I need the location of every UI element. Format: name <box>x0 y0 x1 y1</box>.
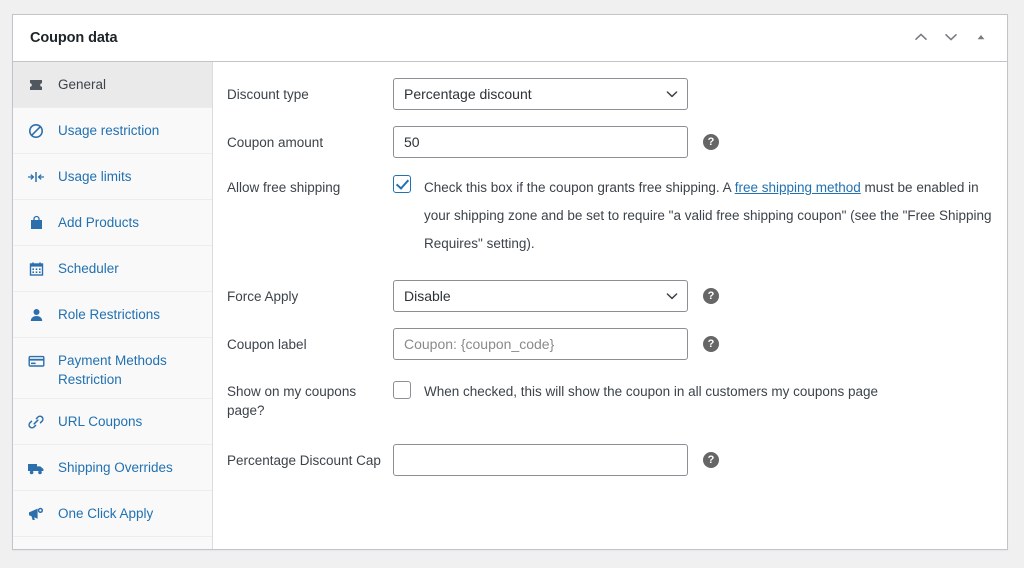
credit-card-icon <box>27 351 45 370</box>
field-percentage-discount-cap: Percentage Discount Cap ? <box>213 444 1007 476</box>
field-discount-type: Discount type Percentage discount <box>213 78 1007 110</box>
user-icon <box>27 305 45 324</box>
sidebar-item-label: Usage limits <box>58 169 132 184</box>
sidebar-item-usage-restriction[interactable]: Usage restriction <box>13 108 212 154</box>
field-coupon-label: Coupon label ? <box>213 328 1007 360</box>
help-icon[interactable]: ? <box>703 336 719 352</box>
truck-icon <box>27 458 45 477</box>
sidebar-item-scheduler[interactable]: Scheduler <box>13 246 212 292</box>
move-up-button[interactable] <box>907 24 935 52</box>
free-shipping-method-link[interactable]: free shipping method <box>735 180 861 195</box>
discount-type-select[interactable]: Percentage discount <box>393 78 688 110</box>
force-apply-select[interactable]: Disable <box>393 280 688 312</box>
move-down-button[interactable] <box>937 24 965 52</box>
sidebar-item-label: Shipping Overrides <box>58 460 173 475</box>
sidebar-item-label: URL Coupons <box>58 414 143 429</box>
sidebar-item-label: Add Products <box>58 215 140 230</box>
allow-free-shipping-checkbox[interactable] <box>393 175 411 193</box>
sidebar-item-usage-limits[interactable]: Usage limits <box>13 154 212 200</box>
field-show-on-my-coupons-page: Show on my coupons page? When checked, t… <box>213 380 1007 420</box>
percentage-discount-cap-input[interactable] <box>393 444 688 476</box>
show-on-my-coupons-page-checkbox[interactable] <box>393 381 411 399</box>
megaphone-icon <box>27 504 45 523</box>
sidebar-item-label: General <box>58 77 107 92</box>
sidebar-filler <box>13 537 212 549</box>
coupon-amount-input[interactable] <box>393 126 688 158</box>
force-apply-label: Force Apply <box>227 289 299 304</box>
sidebar-item-label: Payment Methods Restriction <box>58 353 167 387</box>
prohibited-icon <box>27 121 45 140</box>
field-allow-free-shipping: Allow free shipping Check this box if th… <box>213 174 1007 258</box>
help-icon[interactable]: ? <box>703 134 719 150</box>
page-title: Coupon data <box>30 30 118 46</box>
link-icon <box>27 412 45 431</box>
help-icon[interactable]: ? <box>703 452 719 468</box>
panel-header: Coupon data <box>13 15 1007 62</box>
chevron-up-icon <box>914 30 928 47</box>
sidebar-item-add-products[interactable]: Add Products <box>13 200 212 246</box>
sidebar-item-label: One Click Apply <box>58 506 154 521</box>
ticket-icon <box>27 75 45 94</box>
sidebar-item-url-coupons[interactable]: URL Coupons <box>13 399 212 445</box>
header-controls <box>907 24 995 52</box>
triangle-up-icon <box>975 31 987 46</box>
coupon-label-label: Coupon label <box>227 337 307 352</box>
help-icon[interactable]: ? <box>703 288 719 304</box>
sidebar-item-payment-methods-restriction[interactable]: Payment Methods Restriction <box>13 338 212 399</box>
coupon-amount-label: Coupon amount <box>227 135 324 150</box>
sidebar-item-shipping-overrides[interactable]: Shipping Overrides <box>13 445 212 491</box>
general-tab-panel: Discount type Percentage discount Coupon… <box>213 62 1007 549</box>
sidebar-item-general[interactable]: General <box>13 62 212 108</box>
coupon-data-panel: Coupon data General Usage restriction Us… <box>12 14 1008 550</box>
limits-icon <box>27 167 45 186</box>
desc-text-before: Check this box if the coupon grants free… <box>424 180 735 195</box>
sidebar-item-label: Scheduler <box>58 261 119 276</box>
show-on-my-coupons-page-label: Show on my coupons page? <box>227 384 357 418</box>
show-on-my-coupons-page-description: When checked, this will show the coupon … <box>424 384 878 399</box>
shopping-bag-icon <box>27 213 45 232</box>
panel-body: General Usage restriction Usage limits A… <box>13 62 1007 549</box>
sidebar-item-label: Role Restrictions <box>58 307 161 322</box>
sidebar-item-role-restrictions[interactable]: Role Restrictions <box>13 292 212 338</box>
calendar-icon <box>27 259 45 278</box>
sidebar-item-label: Usage restriction <box>58 123 160 138</box>
field-coupon-amount: Coupon amount ? <box>213 126 1007 158</box>
chevron-down-icon <box>944 30 958 47</box>
field-force-apply: Force Apply Disable ? <box>213 280 1007 312</box>
percentage-discount-cap-label: Percentage Discount Cap <box>227 453 381 468</box>
toggle-panel-button[interactable] <box>967 24 995 52</box>
allow-free-shipping-description: Check this box if the coupon grants free… <box>424 174 993 258</box>
coupon-label-input[interactable] <box>393 328 688 360</box>
coupon-data-tabs: General Usage restriction Usage limits A… <box>13 62 213 549</box>
sidebar-item-one-click-apply[interactable]: One Click Apply <box>13 491 212 537</box>
allow-free-shipping-label: Allow free shipping <box>227 180 341 195</box>
discount-type-label: Discount type <box>227 87 309 102</box>
